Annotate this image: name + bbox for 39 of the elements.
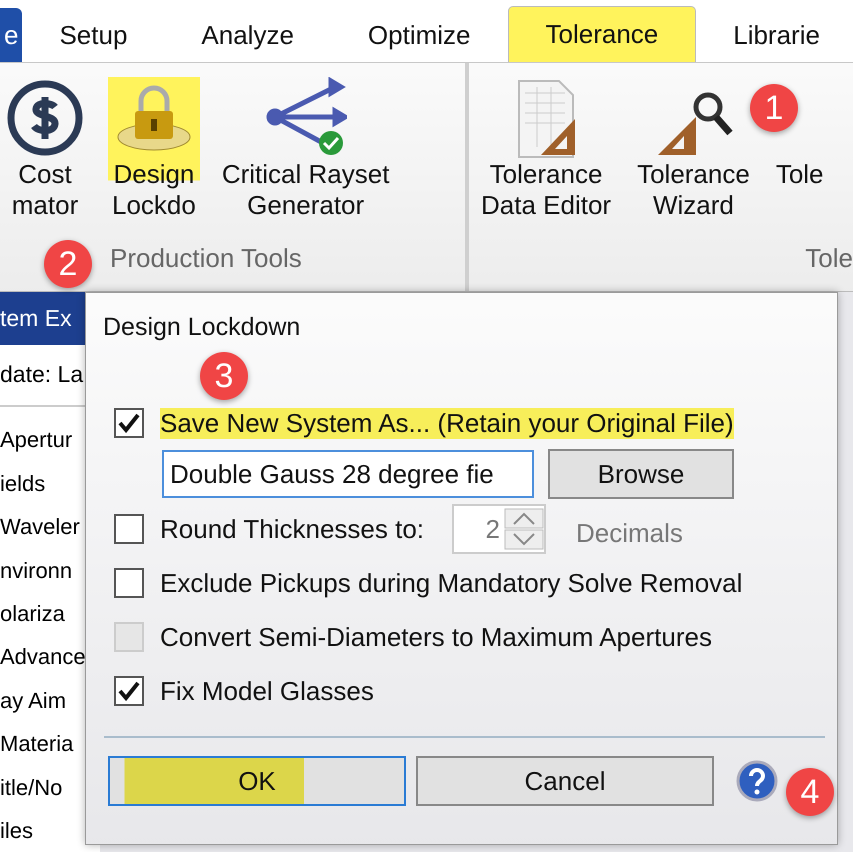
group-label: Production Tools [110,243,302,274]
option-label: Round Thicknesses to: [160,514,424,544]
dialog-button[interactable]: OK [108,756,406,806]
ribbon-button-label: Lockdo [112,190,196,221]
ribbon-button-label: mator [12,190,78,221]
ribbon-tab[interactable]: Analyze [164,8,331,62]
dialog-button[interactable]: Cancel [416,756,714,806]
check-icon [117,680,141,702]
checkbox[interactable] [114,408,144,438]
group-label: Tole [805,243,853,274]
option-label: Exclude Pickups during Mandatory Solve Removal [160,568,742,598]
ribbon-button-label: Tolerance [490,159,602,190]
browse-button[interactable]: Browse [548,449,734,499]
file-name-field[interactable]: Double Gauss 28 degree fie [162,450,534,498]
ribbon-tab[interactable]: e [0,8,22,62]
ribbon-button[interactable]: Tolerance Data Editor [477,77,616,221]
ribbon-button-label: Wizard [652,190,734,221]
option-label: Convert Semi-Diameters to Maximum Apertures [160,622,712,652]
help-icon[interactable] [736,760,778,802]
ribbon-button[interactable]: Cost mator [0,77,90,221]
ribbon-button-label: Tolerance [637,159,750,190]
checkbox[interactable] [114,568,144,598]
ribbon-button-label: Generator [247,190,364,221]
option-label: Save New System As... (Retain your Original File) [160,408,734,438]
ribbon-button-label: Cost [18,159,72,190]
option-label: Fix Model Glasses [160,676,374,706]
ribbon-tab[interactable]: Optimize [330,8,508,62]
ribbon-button[interactable]: Critical Rayset Generator [218,77,394,221]
ribbon-tab[interactable]: Setup [22,8,164,62]
unit-label: Decimals [576,518,683,548]
ribbon-tab[interactable]: Librarie [696,8,853,62]
ribbon-button-label: Data Editor [481,190,612,221]
ribbon-button-label: Critical Rayset [222,159,390,190]
checkbox[interactable] [114,514,144,544]
checkbox[interactable] [114,676,144,706]
number-spinner[interactable]: 2 [452,504,546,554]
dialog-title: Design Lockdown [103,313,300,342]
check-icon [117,412,141,434]
ribbon-tab[interactable]: Tolerance [508,6,696,62]
